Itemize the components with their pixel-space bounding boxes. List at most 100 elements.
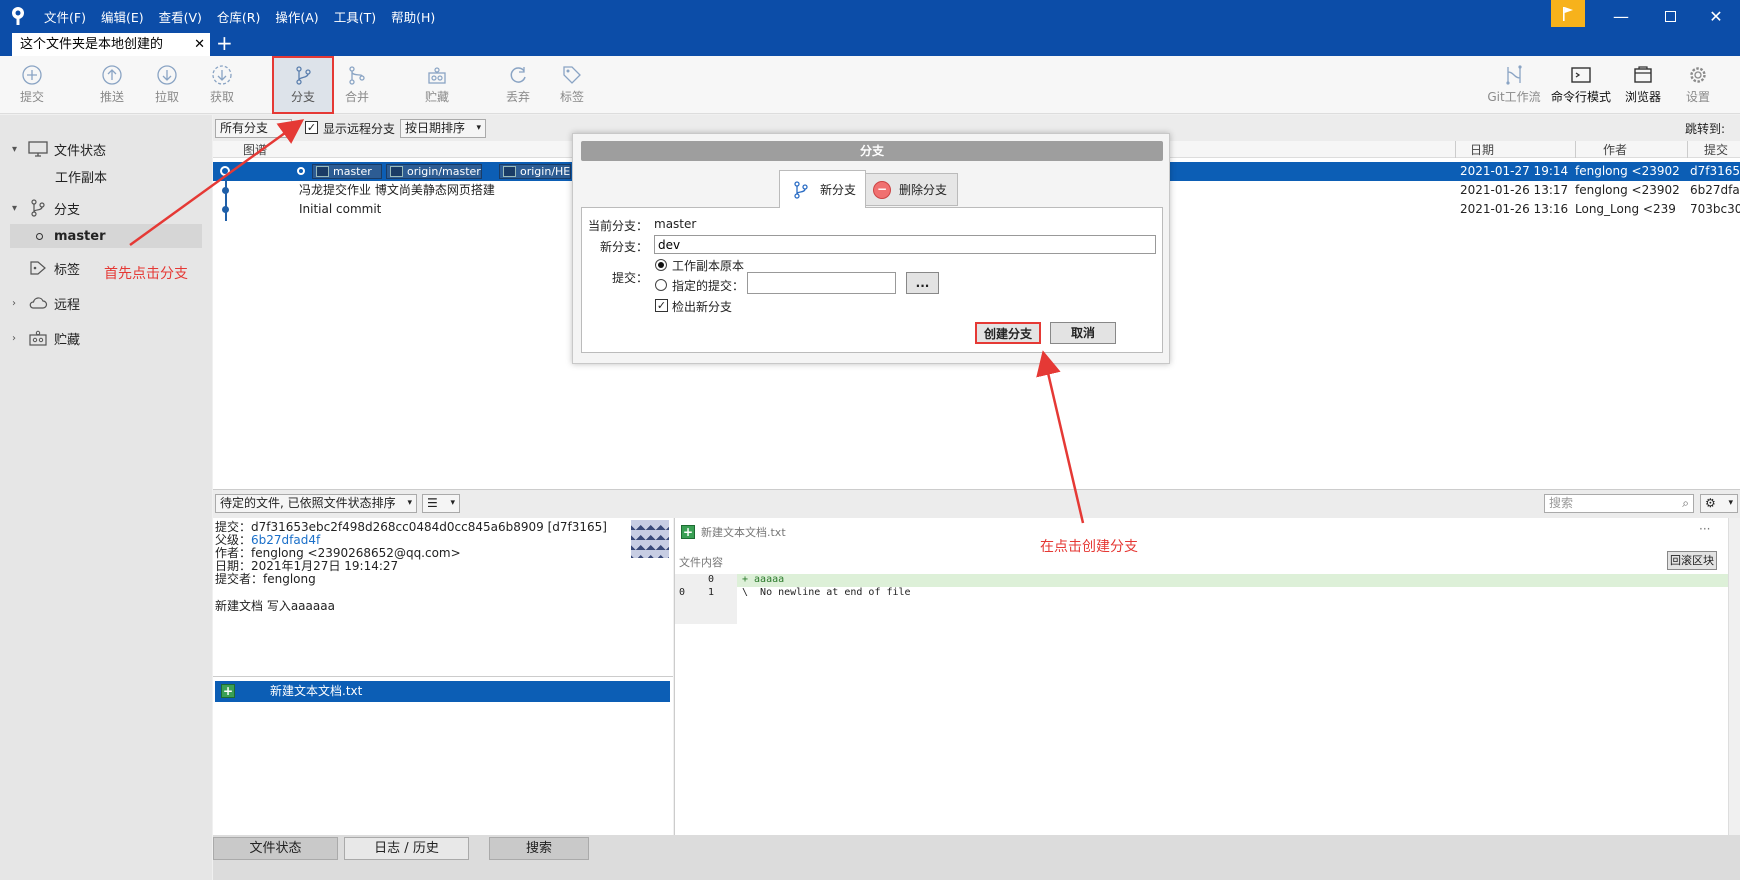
sidebar-item-remotes[interactable]: › 远程 — [0, 291, 212, 315]
terminal-button[interactable]: 命令行模式 — [1548, 56, 1614, 114]
pull-label: 拉取 — [154, 90, 179, 104]
working-copy-radio[interactable] — [655, 259, 667, 271]
revert-hunk-button[interactable]: 回滚区块 — [1667, 551, 1717, 570]
chevron-down-icon: ▾ — [476, 123, 481, 133]
push-button[interactable]: 推送 — [82, 56, 142, 114]
menu-edit[interactable]: 编辑(E) — [101, 7, 144, 26]
menu-repository[interactable]: 仓库(R) — [217, 7, 260, 26]
commit-date: 2021-01-26 13:16 — [1460, 202, 1569, 216]
discard-icon — [510, 67, 526, 83]
sidebar-stashes-label: 贮藏 — [54, 332, 81, 348]
tab-log-history[interactable]: 日志 / 历史 — [344, 837, 469, 860]
explorer-button[interactable]: 浏览器 — [1613, 56, 1673, 114]
stash-button[interactable]: 贮藏 — [407, 56, 467, 114]
branch-filter-dropdown[interactable]: 所有分支 ▾ — [215, 119, 292, 138]
diff-file-name: 新建文本文档.txt — [701, 526, 786, 539]
pending-files-sort-dropdown[interactable]: 待定的文件, 已依照文件状态排序 ▾ — [215, 494, 417, 513]
discard-button[interactable]: 丢弃 — [488, 56, 548, 114]
new-line-number: 0 — [708, 574, 715, 585]
terminal-label: 命令行模式 — [1550, 90, 1611, 104]
title-bar: 文件(F) 编辑(E) 查看(V) 仓库(R) 操作(A) 工具(T) 帮助(H… — [0, 0, 1740, 32]
search-input[interactable]: 搜索 ⌕ — [1544, 494, 1694, 513]
list-icon: ☰ — [427, 496, 438, 510]
arrow-down-circle-icon — [157, 65, 177, 85]
sidebar-item-branches[interactable]: ▾ 分支 — [0, 196, 212, 220]
sidebar-item-master[interactable]: master — [0, 224, 212, 248]
graph-column-header[interactable]: 图谱 — [243, 141, 267, 158]
gitflow-button[interactable]: Git工作流 — [1482, 56, 1546, 114]
new-line-number: 1 — [708, 587, 715, 598]
notification-flag-button[interactable] — [1551, 0, 1585, 27]
search-icon: ⌕ — [1682, 496, 1689, 510]
branch-label: 分支 — [290, 90, 315, 104]
new-tab-button[interactable]: + — [216, 31, 233, 55]
tab-file-status[interactable]: 文件状态 — [213, 837, 338, 860]
branch-icon — [794, 180, 808, 199]
browse-commit-button[interactable]: ... — [906, 272, 939, 294]
maximize-button[interactable] — [1645, 0, 1695, 32]
pull-button[interactable]: 拉取 — [137, 56, 197, 114]
tab-new-branch[interactable]: 新分支 — [779, 170, 866, 208]
parent-label: 父级： — [215, 533, 252, 547]
more-options-icon[interactable]: ··· — [1699, 522, 1710, 536]
specified-commit-radio[interactable] — [655, 279, 667, 291]
checkout-new-branch-label: 检出新分支 — [672, 300, 733, 314]
branch-tag-label: origin/master — [407, 165, 481, 178]
parent-link[interactable]: 6b27dfad4f — [251, 533, 320, 547]
diff-line-text: + aaaaa — [742, 574, 785, 585]
diff-pane: + 新建文本文档.txt ··· 文件内容 回滚区块 0 + aaaaa 0 1… — [674, 518, 1729, 835]
dialog-title: 分支 — [581, 141, 1163, 161]
branch-tag-master: master — [312, 164, 382, 179]
tab-close-icon[interactable]: ✕ — [194, 33, 205, 56]
diff-settings-dropdown[interactable]: ⚙ ▾ — [1700, 494, 1738, 513]
committer-line: 提交者：fenglong — [215, 572, 316, 586]
repo-tab-title: 这个文件夹是本地创建的 — [20, 37, 164, 52]
checkout-new-branch-checkbox[interactable]: ✓ — [655, 299, 668, 312]
create-branch-button[interactable]: 创建分支 — [975, 322, 1041, 344]
sort-value: 按日期排序 — [405, 121, 466, 135]
chevron-right-icon: › — [12, 297, 16, 309]
minimize-button[interactable]: — — [1596, 0, 1646, 32]
tab-delete-branch[interactable]: − 删除分支 — [865, 173, 958, 206]
commit-details: 提交：d7f31653ebc2f498d268cc0484d0cc845a6b8… — [213, 518, 673, 676]
tag-button[interactable]: 标签 — [542, 56, 602, 114]
menu-file[interactable]: 文件(F) — [44, 7, 86, 26]
repo-tab[interactable]: 这个文件夹是本地创建的 ✕ — [12, 33, 210, 56]
tab-search[interactable]: 搜索 — [489, 837, 589, 860]
branch-button[interactable]: 分支 — [273, 56, 333, 114]
lower-toolbar: 待定的文件, 已依照文件状态排序 ▾ ☰ ▾ 搜索 ⌕ ⚙ ▾ — [213, 489, 1740, 518]
date-column-header[interactable]: 日期 — [1470, 141, 1494, 158]
sidebar-item-working-copy[interactable]: 工作副本 — [0, 164, 212, 188]
sidebar-item-file-status[interactable]: ▾ 文件状态 — [0, 137, 212, 161]
menu-view[interactable]: 查看(V) — [159, 7, 202, 26]
commit-message: 冯龙提交作业 博文尚美静态网页搭建 — [299, 183, 495, 197]
specified-commit-input[interactable] — [747, 272, 896, 294]
show-remote-checkbox[interactable]: ✓ — [305, 121, 318, 134]
sort-dropdown[interactable]: 按日期排序 ▾ — [400, 119, 486, 138]
menu-help[interactable]: 帮助(H) — [391, 7, 435, 26]
diff-line-text: \ No newline at end of file — [742, 587, 911, 598]
dialog-body: 当前分支： master 新分支： 提交： 工作副本原本 指定的提交： ... … — [581, 207, 1163, 353]
menu-actions[interactable]: 操作(A) — [275, 7, 318, 26]
monitor-icon — [26, 140, 50, 158]
commit-button[interactable]: 提交 — [2, 56, 62, 114]
fetch-button[interactable]: 获取 — [192, 56, 252, 114]
annotation-then-click-create: 在点击创建分支 — [1040, 539, 1138, 555]
new-branch-input[interactable] — [654, 235, 1156, 254]
settings-button[interactable]: 设置 — [1668, 56, 1728, 114]
file-row[interactable]: + 新建文本文档.txt — [215, 681, 670, 702]
jump-to-label: 跳转到: — [1685, 122, 1726, 136]
menu-tools[interactable]: 工具(T) — [334, 7, 376, 26]
sidebar-item-stashes[interactable]: › 贮藏 — [0, 326, 212, 350]
merge-button[interactable]: 合并 — [327, 56, 387, 114]
commit-column-header[interactable]: 提交 — [1704, 141, 1728, 158]
view-mode-dropdown[interactable]: ☰ ▾ — [422, 494, 460, 513]
cancel-button[interactable]: 取消 — [1050, 322, 1116, 344]
commit-node-icon — [220, 166, 230, 176]
gitflow-icon — [1506, 65, 1522, 85]
close-window-button[interactable]: ✕ — [1691, 0, 1740, 32]
author-column-header[interactable]: 作者 — [1603, 141, 1627, 158]
sidebar-remotes-label: 远程 — [54, 297, 81, 313]
commit-author: fenglong <23902 — [1575, 164, 1680, 178]
diff-scrollbar[interactable] — [1728, 518, 1740, 835]
